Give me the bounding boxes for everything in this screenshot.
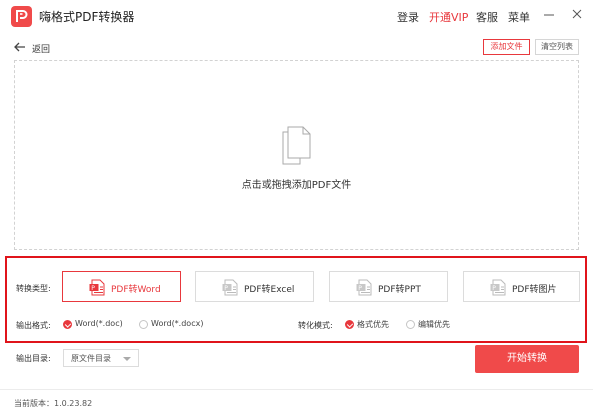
menu-link[interactable]: 菜单: [508, 9, 530, 25]
word-file-icon: P: [89, 279, 105, 296]
type-pdf-to-image-button[interactable]: P PDF转图片: [463, 271, 580, 302]
mode-edit-first-label: 编辑优先: [418, 320, 450, 329]
type-pdf-to-ppt-button[interactable]: P PDF转PPT: [329, 271, 448, 302]
type-pdf-to-excel-button[interactable]: P PDF转Excel: [195, 271, 314, 302]
svg-text:P: P: [492, 285, 496, 292]
footer-divider: [0, 389, 593, 390]
file-drop-zone[interactable]: 点击或拖拽添加PDF文件: [14, 60, 579, 250]
vip-link[interactable]: 开通VIP: [429, 9, 468, 25]
output-dir-value: 原文件目录: [71, 354, 111, 363]
clear-list-button[interactable]: 清空列表: [535, 39, 579, 55]
back-label: 返回: [32, 45, 51, 55]
radio-checked-icon: [345, 320, 354, 329]
format-docx-label: Word(*.docx): [151, 319, 204, 328]
radio-checked-icon: [63, 320, 72, 329]
output-dir-select[interactable]: 原文件目录: [63, 349, 139, 367]
mode-format-first-label: 格式优先: [357, 320, 389, 329]
support-link[interactable]: 客服: [476, 9, 498, 25]
output-format-label: 输出格式:: [16, 321, 51, 330]
type-pdf-to-word-button[interactable]: P PDF转Word: [62, 271, 181, 302]
image-file-icon: P: [490, 279, 506, 296]
type-label-word: PDF转Word: [111, 285, 161, 295]
svg-text:P: P: [358, 285, 362, 292]
login-link[interactable]: 登录: [397, 9, 419, 25]
pdf-logo-icon: [16, 10, 28, 22]
conversion-mode-label: 转化模式:: [298, 321, 333, 330]
app-title: 嗨格式PDF转换器: [39, 10, 135, 24]
ppt-file-icon: P: [356, 279, 372, 296]
title-bar: 嗨格式PDF转换器 登录 开通VIP 客服 菜单: [0, 0, 593, 32]
radio-unchecked-icon: [139, 320, 148, 329]
svg-text:P: P: [224, 285, 228, 292]
app-logo: [11, 6, 32, 27]
arrow-left-icon: [14, 42, 25, 52]
version-text: 当前版本：1.0.23.82: [14, 399, 93, 408]
start-convert-button[interactable]: 开始转换: [475, 345, 579, 373]
type-label-image: PDF转图片: [512, 285, 557, 295]
conversion-type-label: 转换类型:: [16, 284, 51, 293]
minimize-icon[interactable]: [542, 7, 556, 21]
type-label-excel: PDF转Excel: [244, 285, 295, 295]
format-doc-label: Word(*.doc): [75, 319, 123, 328]
svg-text:P: P: [91, 285, 95, 292]
type-label-ppt: PDF转PPT: [378, 285, 421, 295]
drop-hint: 点击或拖拽添加PDF文件: [241, 180, 352, 191]
document-icon: [282, 126, 311, 165]
close-icon[interactable]: [570, 7, 584, 21]
chevron-down-icon: [123, 357, 131, 361]
add-file-button[interactable]: 添加文件: [483, 39, 530, 55]
excel-file-icon: P: [222, 279, 238, 296]
radio-unchecked-icon: [406, 320, 415, 329]
output-dir-label: 输出目录:: [16, 354, 51, 363]
